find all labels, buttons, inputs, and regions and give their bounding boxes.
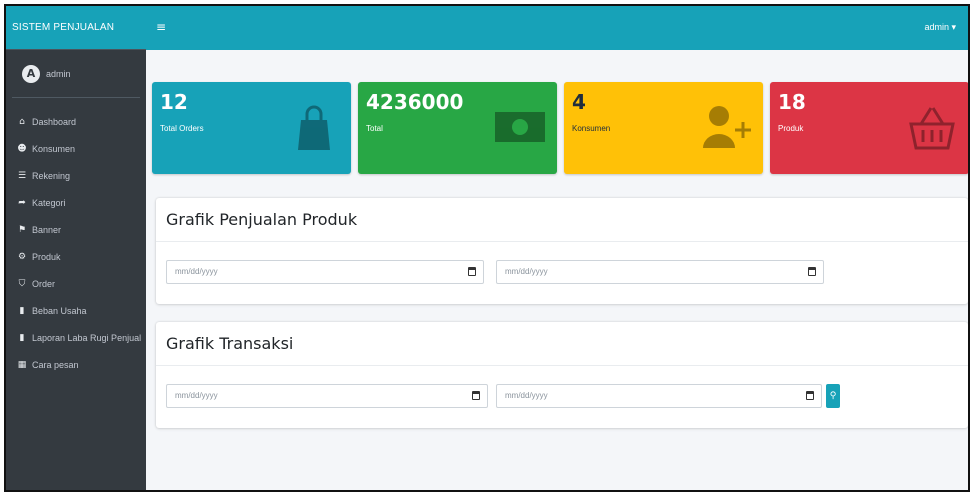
end-date-input[interactable]: mm/dd/yyyy <box>496 384 822 408</box>
start-date-input[interactable]: mm/dd/yyyy <box>166 260 484 284</box>
share-icon: ➦ <box>18 197 26 208</box>
user-name: admin <box>46 68 71 79</box>
user-panel[interactable]: A admin <box>12 50 140 98</box>
grid-icon: ▦ <box>17 359 27 370</box>
stat-box-total-orders[interactable]: 12 Total Orders <box>152 82 351 174</box>
sidebar-item-label: Cara pesan <box>32 359 79 370</box>
sidebar-item-label: Banner <box>32 224 62 235</box>
sidebar-item-label: Produk <box>32 251 61 262</box>
sidebar-item-label: Beban Usaha <box>32 305 87 316</box>
stat-box-konsumen[interactable]: 4 Konsumen <box>564 82 763 174</box>
date-placeholder: mm/dd/yyyy <box>505 391 548 400</box>
shopping-bag-icon <box>298 105 330 150</box>
users-icon: ☻ <box>17 143 27 154</box>
card-title: Grafik Transaksi <box>156 322 968 366</box>
date-placeholder: mm/dd/yyyy <box>175 267 218 276</box>
avatar-icon: A <box>22 64 40 83</box>
user-dropdown[interactable]: admin ▾ <box>924 22 956 33</box>
sidebar-item-produk[interactable]: ⚙ Produk <box>6 243 146 270</box>
date-placeholder: mm/dd/yyyy <box>505 267 548 276</box>
money-icon <box>495 112 545 142</box>
top-navbar: ≡ admin ▾ <box>146 6 968 50</box>
report-icon: ▮ <box>19 332 25 343</box>
sidebar-item-dashboard[interactable]: ⌂ Dashboard <box>6 108 146 135</box>
sidebar-item-rekening[interactable]: ☰ Rekening <box>6 162 146 189</box>
sidebar-item-cara-pesan[interactable]: ▦ Cara pesan <box>6 351 146 378</box>
end-date-input[interactable]: mm/dd/yyyy <box>496 260 824 284</box>
card-body: mm/dd/yyyy mm/dd/yyyy <box>156 242 968 304</box>
card-grafik-transaksi: Grafik Transaksi mm/dd/yyyy mm/dd/yyyy ⚲ <box>156 322 968 428</box>
sidebar-item-label: Rekening <box>32 170 71 181</box>
stat-boxes: 12 Total Orders 4236000 Total 4 Konsumen <box>152 82 968 174</box>
tags-icon: ⚙ <box>17 251 27 262</box>
sidebar-item-label: Kategori <box>32 197 66 208</box>
sidebar: SISTEM PENJUALAN A admin ⌂ Dashboard ☻ Kon… <box>6 6 146 490</box>
file-icon: ▮ <box>19 305 25 316</box>
calendar-icon[interactable] <box>806 391 814 400</box>
user-plus-icon <box>703 106 751 148</box>
calendar-icon[interactable] <box>808 267 816 276</box>
sidebar-item-label: Laporan Laba Rugi Penjual <box>32 332 142 343</box>
search-button[interactable]: ⚲ <box>826 384 840 408</box>
main-content: 12 Total Orders 4236000 Total 4 Konsumen <box>146 50 968 490</box>
sidebar-item-label: Konsumen <box>32 143 76 154</box>
flag-icon: ⚑ <box>17 224 27 235</box>
brand-title[interactable]: SISTEM PENJUALAN <box>6 6 146 50</box>
app-frame: SISTEM PENJUALAN A admin ⌂ Dashboard ☻ Kon… <box>4 4 970 492</box>
calendar-icon[interactable] <box>468 267 476 276</box>
stat-box-produk[interactable]: 18 Produk <box>770 82 968 174</box>
menu-toggle-icon[interactable]: ≡ <box>156 20 166 34</box>
sidebar-item-kategori[interactable]: ➦ Kategori <box>6 189 146 216</box>
list-icon: ☰ <box>17 170 27 181</box>
bag-icon: ⛉ <box>18 278 26 289</box>
card-grafik-penjualan: Grafik Penjualan Produk mm/dd/yyyy mm/dd… <box>156 198 968 304</box>
basket-icon <box>909 107 955 150</box>
sidebar-item-laporan[interactable]: ▮ Laporan Laba Rugi Penjual <box>6 324 146 351</box>
sidebar-item-label: Dashboard <box>32 116 77 127</box>
sidebar-item-konsumen[interactable]: ☻ Konsumen <box>6 135 146 162</box>
search-icon: ⚲ <box>829 391 837 401</box>
dashboard-icon: ⌂ <box>19 116 25 127</box>
sidebar-item-beban-usaha[interactable]: ▮ Beban Usaha <box>6 297 146 324</box>
card-body: mm/dd/yyyy mm/dd/yyyy ⚲ <box>156 366 968 428</box>
card-title: Grafik Penjualan Produk <box>156 198 968 242</box>
stat-box-total[interactable]: 4236000 Total <box>358 82 557 174</box>
sidebar-nav: ⌂ Dashboard ☻ Konsumen ☰ Rekening ➦ Kategori… <box>6 108 146 378</box>
date-placeholder: mm/dd/yyyy <box>175 391 218 400</box>
start-date-input[interactable]: mm/dd/yyyy <box>166 384 488 408</box>
sidebar-item-label: Order <box>32 278 56 289</box>
sidebar-item-banner[interactable]: ⚑ Banner <box>6 216 146 243</box>
sidebar-item-order[interactable]: ⛉ Order <box>6 270 146 297</box>
calendar-icon[interactable] <box>472 391 480 400</box>
